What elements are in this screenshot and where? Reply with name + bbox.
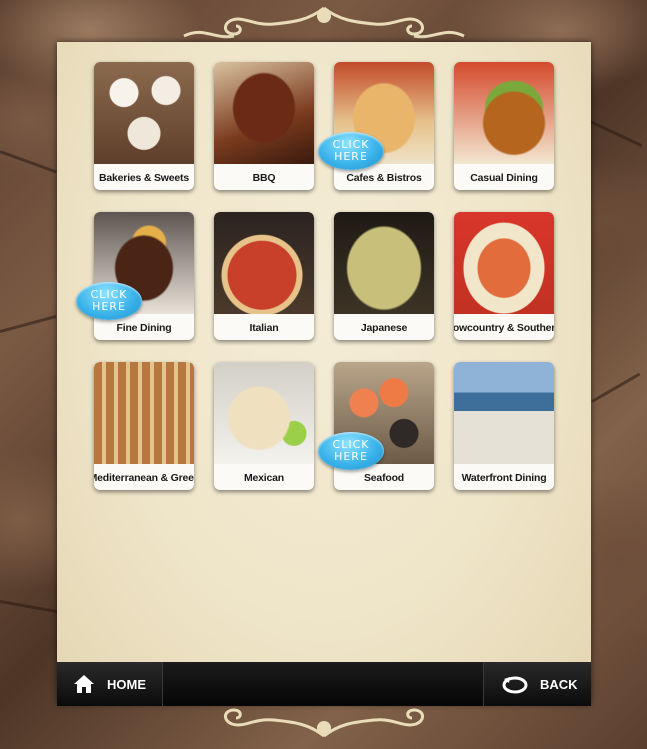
background-texture [0,600,58,614]
category-label: Bakeries & Sweets [99,171,189,184]
category-tile[interactable]: Mediterranean & Greek [94,362,194,490]
category-photo [454,212,554,314]
category-label: Waterfront Dining [461,471,547,484]
category-photo [94,62,194,164]
category-tile[interactable]: BBQ [214,62,314,190]
category-label: Japanese [360,321,408,334]
category-photo [454,362,554,464]
back-arrow-icon [502,676,528,694]
category-tile[interactable]: Bakeries & Sweets [94,62,194,190]
category-tile[interactable]: Casual Dining [454,62,554,190]
background-texture [0,150,57,174]
home-label: HOME [107,676,146,692]
home-button[interactable]: HOME [57,662,163,706]
click-badge-line2: HERE [92,300,126,313]
category-label: BBQ [252,171,276,184]
category-photo [334,212,434,314]
category-photo [214,362,314,464]
category-tile[interactable]: Italian [214,212,314,340]
category-tile[interactable]: Cafes & Bistros [334,62,434,190]
click-badge-line2: HERE [334,450,368,463]
category-label: Mexican [243,471,285,484]
click-badge-line2: HERE [334,150,368,163]
background-texture [589,120,643,147]
home-icon [74,675,94,693]
bottom-ornament [223,708,424,738]
category-label: Casual Dining [470,171,538,184]
bottom-nav-bar: HOME BACK [57,662,591,706]
category-tile[interactable]: Lowcountry & Southern [454,212,554,340]
category-tile[interactable]: Japanese [334,212,434,340]
category-label: Lowcountry & Southern [454,321,554,334]
category-tile[interactable]: Mexican [214,362,314,490]
category-label: Italian [249,321,279,334]
category-tile[interactable]: Seafood [334,362,434,490]
back-label: BACK [540,676,578,692]
click-here-badge[interactable]: CLICK HERE [318,132,384,170]
background-texture [0,315,57,333]
category-tile[interactable]: Fine Dining [94,212,194,340]
back-button[interactable]: BACK [483,662,591,706]
category-photo [214,62,314,164]
category-photo [94,362,194,464]
category-label: Mediterranean & Greek [94,471,194,484]
category-photo [454,62,554,164]
category-photo [214,212,314,314]
click-here-badge[interactable]: CLICK HERE [76,282,142,320]
background-texture [591,372,641,403]
category-tile[interactable]: Waterfront Dining [454,362,554,490]
click-here-badge[interactable]: CLICK HERE [318,432,384,470]
top-ornament [182,6,465,39]
